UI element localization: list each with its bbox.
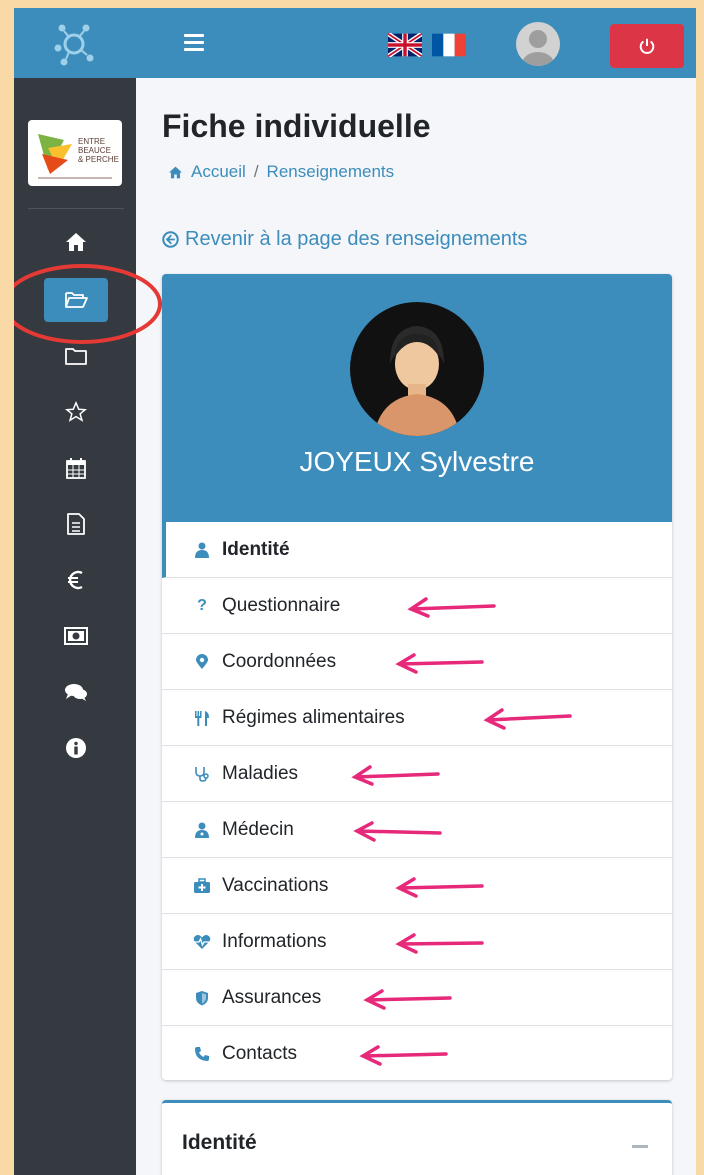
phone-icon	[192, 1046, 212, 1062]
annotation-arrow	[395, 933, 484, 954]
top-navbar	[14, 8, 696, 78]
french-flag-icon[interactable]	[432, 33, 466, 57]
profile-tab-contacts[interactable]: Contacts	[162, 1026, 672, 1080]
section-title: Identité	[182, 1131, 257, 1154]
annotation-arrow	[351, 765, 440, 786]
annotation-circle	[14, 264, 162, 344]
medkit-icon	[192, 877, 212, 894]
profile-tab-identite[interactable]: Identité	[162, 522, 672, 578]
sidebar-item-home[interactable]	[44, 220, 108, 264]
user-avatar[interactable]	[516, 22, 560, 66]
back-to-list-link[interactable]: Revenir à la page des renseignements	[162, 228, 527, 251]
sidebar-item-info[interactable]	[44, 726, 108, 770]
sidebar-item-billing[interactable]	[44, 614, 108, 658]
annotation-arrow	[395, 877, 484, 898]
profile-tab-assurances[interactable]: Assurances	[162, 970, 672, 1026]
logout-button[interactable]	[610, 24, 684, 68]
menu-item-label: Maladies	[222, 762, 299, 784]
shield-icon	[192, 990, 212, 1006]
profile-tab-vaccinations[interactable]: Vaccinations	[162, 858, 672, 914]
sidebar-item-messages[interactable]	[44, 670, 108, 714]
profile-header: JOYEUX Sylvestre	[162, 274, 672, 522]
annotation-arrow	[363, 989, 452, 1010]
menu-item-label: Vaccinations	[222, 874, 329, 896]
sidebar-divider	[28, 208, 124, 209]
uk-flag-icon[interactable]	[388, 33, 422, 57]
app-window: ENTRE BEAUCE & PERCHE Fiche individuelle…	[14, 8, 696, 1175]
menu-item-label: Questionnaire	[222, 594, 341, 616]
star-icon	[65, 401, 87, 422]
info-circle-icon	[66, 738, 86, 758]
arrow-circle-left-icon	[162, 231, 179, 248]
money-bill-icon	[64, 627, 88, 645]
annotation-arrow	[407, 597, 496, 618]
app-logo-icon[interactable]	[52, 22, 96, 66]
heartbeat-icon	[192, 934, 212, 950]
power-icon	[639, 38, 655, 54]
menu-item-label: Coordonnées	[222, 650, 337, 672]
sidebar: ENTRE BEAUCE & PERCHE	[14, 78, 136, 1175]
profile-photo	[350, 302, 484, 436]
profile-card: JOYEUX Sylvestre Identité ? Questionnair…	[162, 274, 672, 1080]
sidebar-item-calendar[interactable]	[44, 446, 108, 490]
menu-toggle-icon[interactable]	[184, 34, 204, 52]
annotation-arrow	[359, 1045, 448, 1066]
brand-line-3: & PERCHE	[78, 155, 119, 164]
map-marker-icon	[192, 653, 212, 670]
back-link-label: Revenir à la page des renseignements	[185, 228, 528, 250]
menu-item-label: Assurances	[222, 986, 322, 1008]
comments-icon	[65, 684, 87, 701]
stethoscope-icon	[192, 766, 212, 782]
identite-section-card: Identité	[162, 1100, 672, 1175]
euro-icon	[68, 570, 83, 590]
menu-item-label: Contacts	[222, 1042, 297, 1064]
brand-logo[interactable]: ENTRE BEAUCE & PERCHE	[28, 120, 122, 186]
breadcrumb: Accueil / Renseignements	[168, 162, 394, 182]
file-text-icon	[67, 513, 85, 535]
profile-tab-informations[interactable]: Informations	[162, 914, 672, 970]
user-md-icon	[192, 822, 212, 838]
annotation-arrow	[483, 708, 572, 730]
sidebar-item-payments[interactable]	[44, 558, 108, 602]
collapse-minus-icon[interactable]	[632, 1145, 648, 1148]
breadcrumb-current[interactable]: Renseignements	[267, 162, 395, 182]
user-icon	[192, 542, 212, 558]
page-title: Fiche individuelle	[162, 108, 431, 144]
profile-tab-medecin[interactable]: Médecin	[162, 802, 672, 858]
annotation-arrow	[353, 821, 442, 842]
calendar-icon	[66, 458, 86, 479]
breadcrumb-home-link[interactable]: Accueil	[191, 162, 246, 182]
menu-item-label: Informations	[222, 930, 327, 952]
brand-line-2: BEAUCE	[78, 146, 111, 155]
profile-tab-maladies[interactable]: Maladies	[162, 746, 672, 802]
menu-item-label: Régimes alimentaires	[222, 706, 405, 728]
brand-line-1: ENTRE	[78, 137, 105, 146]
question-icon: ?	[197, 596, 207, 614]
profile-tab-questionnaire[interactable]: ? Questionnaire	[162, 578, 672, 634]
breadcrumb-separator: /	[253, 162, 259, 181]
menu-item-label: Identité	[222, 538, 290, 560]
profile-name: JOYEUX Sylvestre	[299, 446, 535, 477]
utensils-icon	[192, 710, 212, 726]
sidebar-item-favorites[interactable]	[44, 390, 108, 434]
profile-tab-regimes-alimentaires[interactable]: Régimes alimentaires	[162, 690, 672, 746]
home-icon	[169, 166, 182, 178]
folder-icon	[65, 348, 87, 365]
home-icon	[66, 233, 86, 251]
sidebar-item-documents[interactable]	[44, 502, 108, 546]
menu-item-label: Médecin	[222, 818, 294, 840]
annotation-arrow	[395, 653, 484, 674]
profile-tab-coordonnees[interactable]: Coordonnées	[162, 634, 672, 690]
